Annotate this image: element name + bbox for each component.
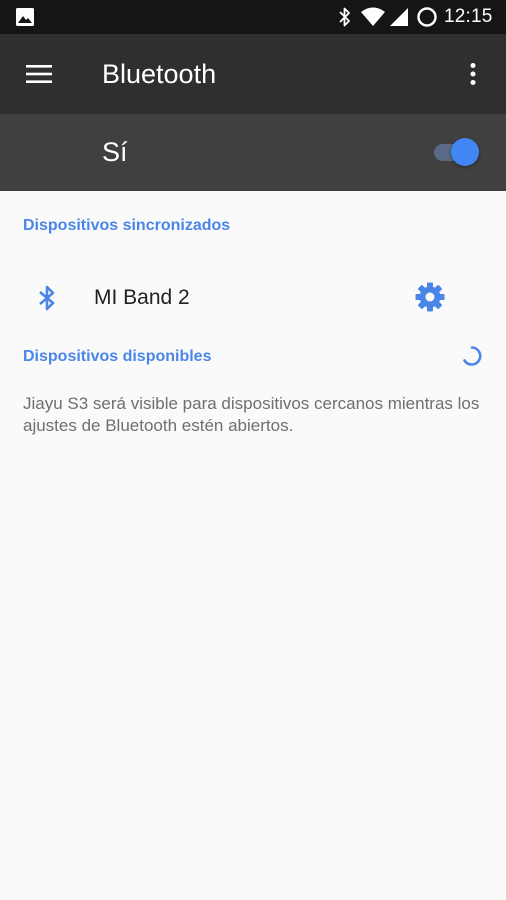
bluetooth-toggle[interactable] [428, 134, 484, 170]
available-devices-header: Dispositivos disponibles [23, 348, 212, 365]
gear-icon [415, 282, 445, 312]
switch-state-label: Sí [102, 137, 128, 167]
toggle-thumb [451, 138, 479, 166]
device-name: MI Band 2 [94, 286, 190, 309]
paired-devices-header: Dispositivos sincronizados [23, 217, 231, 234]
page-title: Bluetooth [102, 59, 217, 89]
signal-icon [388, 6, 410, 28]
more-vert-icon [470, 63, 476, 85]
bluetooth-icon [35, 284, 59, 312]
menu-icon [26, 65, 52, 83]
status-bar: 12:15 [0, 0, 506, 34]
visibility-info-text: Jiayu S3 será visible para dispositivos … [23, 394, 480, 435]
device-settings-button[interactable] [406, 273, 454, 321]
more-options-button[interactable] [452, 50, 498, 98]
battery-icon [416, 6, 438, 28]
app-bar: Bluetooth [0, 34, 506, 114]
wifi-icon [360, 6, 386, 28]
spinner-icon [461, 345, 483, 367]
status-time: 12:15 [444, 6, 493, 27]
menu-button[interactable] [14, 50, 62, 98]
gallery-icon [15, 7, 35, 27]
bluetooth-icon [337, 6, 353, 28]
paired-device-row[interactable]: MI Band 2 [0, 262, 506, 334]
